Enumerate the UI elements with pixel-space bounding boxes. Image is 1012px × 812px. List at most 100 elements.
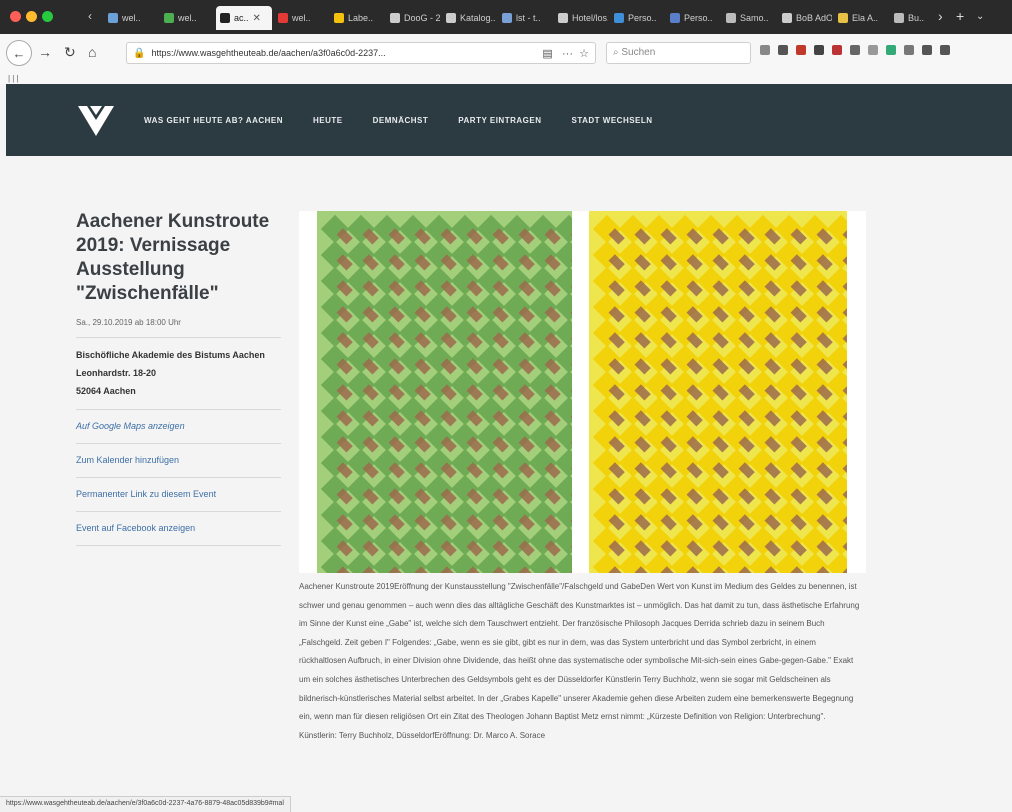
- zoom-window-button[interactable]: [42, 11, 53, 22]
- browser-tab[interactable]: wel..: [274, 6, 328, 30]
- banknote-pattern-yellow: [592, 214, 859, 583]
- tab-favicon-icon: [446, 13, 456, 23]
- tab-favicon-icon: [894, 13, 904, 23]
- page-actions-icon[interactable]: ···: [562, 48, 573, 60]
- bookmark-star-icon[interactable]: ☆: [579, 48, 589, 60]
- browser-tab[interactable]: Perso..: [610, 6, 664, 30]
- add-calendar-link[interactable]: Zum Kalender hinzufügen: [76, 444, 281, 477]
- back-icon[interactable]: ←: [6, 40, 32, 66]
- extension-green-icon[interactable]: [886, 45, 896, 55]
- browser-titlebar: ‹ wel.. wel.. ac.. ✕ wel.. Labe.. DooG - 2.. Ka…: [0, 0, 1012, 34]
- browser-tab[interactable]: DooG - 2..: [386, 6, 440, 30]
- pattern-diamond: [554, 552, 584, 582]
- tab-label: Bu..: [908, 13, 925, 23]
- browser-tab[interactable]: lst - t..: [498, 6, 552, 30]
- site-header: WAS GEHT HEUTE AB? AACHEN HEUTE DEMNÄCHS…: [6, 84, 1012, 156]
- close-tab-icon[interactable]: ✕: [253, 13, 261, 24]
- extension-box-icon[interactable]: [904, 45, 914, 55]
- tab-label: lst - t..: [516, 13, 541, 23]
- browser-tab[interactable]: Katalog..: [442, 6, 496, 30]
- search-input[interactable]: ⌕ Suchen: [606, 42, 751, 64]
- new-tab-icon[interactable]: +: [956, 8, 964, 24]
- minimize-window-button[interactable]: [26, 11, 37, 22]
- menu-icon[interactable]: [940, 45, 950, 55]
- home-icon[interactable]: ⌂: [88, 44, 96, 60]
- tab-favicon-icon: [278, 13, 288, 23]
- search-placeholder: Suchen: [621, 47, 656, 58]
- reload-icon[interactable]: ↻: [64, 44, 76, 61]
- venue-city: 52064 Aachen: [76, 386, 136, 396]
- tab-list-icon[interactable]: ⌄: [976, 11, 984, 22]
- venue-name: Bischöfliche Akademie des Bistums Aachen: [76, 350, 265, 360]
- tab-favicon-icon: [220, 13, 230, 23]
- browser-toolbar: ← → ↻ ⌂ 🔒 https://www.wasgehtheuteab.de/…: [0, 34, 1012, 75]
- extension-gear-icon[interactable]: [922, 45, 932, 55]
- library-icon[interactable]: [760, 45, 770, 55]
- browser-tab[interactable]: Ela A..: [834, 6, 888, 30]
- sidebar-icon[interactable]: [778, 45, 788, 55]
- tab-favicon-icon: [614, 13, 624, 23]
- logo-icon[interactable]: [78, 106, 114, 136]
- tab-favicon-icon: [782, 13, 792, 23]
- tab-label: BoB AdO..: [796, 13, 832, 23]
- search-icon: ⌕: [613, 47, 619, 58]
- extension-lastpass-icon[interactable]: [832, 45, 842, 55]
- forward-icon[interactable]: →: [38, 44, 52, 60]
- status-bar: https://www.wasgehtheuteab.de/aachen/e/3…: [0, 796, 291, 812]
- tab-favicon-icon: [838, 13, 848, 23]
- tab-label: DooG - 2..: [404, 13, 440, 23]
- main-nav: WAS GEHT HEUTE AB? AACHEN HEUTE DEMNÄCHS…: [144, 116, 653, 125]
- nav-add-party[interactable]: PARTY EINTRAGEN: [458, 116, 541, 125]
- facebook-event-link[interactable]: Event auf Facebook anzeigen: [76, 512, 281, 545]
- tab-label: wel..: [178, 13, 197, 23]
- tab-favicon-icon: [108, 13, 118, 23]
- browser-tab[interactable]: Bu..: [890, 6, 944, 30]
- extension-dark-icon[interactable]: [814, 45, 824, 55]
- extension-icons: [760, 45, 950, 55]
- tab-scroll-right-icon[interactable]: ›: [938, 8, 943, 24]
- browser-tab[interactable]: Labe..: [330, 6, 384, 30]
- browser-tab[interactable]: Hotel/los..: [554, 6, 608, 30]
- tab-favicon-icon: [334, 13, 344, 23]
- google-maps-link[interactable]: Auf Google Maps anzeigen: [76, 410, 281, 443]
- tab-favicon-icon: [390, 13, 400, 23]
- tab-label: Perso..: [684, 13, 713, 23]
- nav-upcoming[interactable]: DEMNÄCHST: [373, 116, 429, 125]
- browser-tab[interactable]: Perso..: [666, 6, 720, 30]
- nav-change-city[interactable]: STADT WECHSELN: [571, 116, 652, 125]
- nav-home[interactable]: WAS GEHT HEUTE AB? AACHEN: [144, 116, 283, 125]
- venue-address: Bischöfliche Akademie des Bistums Aachen…: [76, 338, 281, 409]
- pattern-diamond: [826, 552, 856, 582]
- close-window-button[interactable]: [10, 11, 21, 22]
- tab-label: Hotel/los..: [572, 13, 608, 23]
- url-text: https://www.wasgehtheuteab.de/aachen/a3f…: [151, 48, 386, 58]
- browser-tab[interactable]: Samo..: [722, 6, 776, 30]
- extension-gray-icon[interactable]: [850, 45, 860, 55]
- tab-label: Ela A..: [852, 13, 879, 23]
- tab-favicon-icon: [558, 13, 568, 23]
- tab-label: wel..: [292, 13, 311, 23]
- extension-light-icon[interactable]: [868, 45, 878, 55]
- url-actions: ▤ ··· ☆: [542, 47, 589, 60]
- tab-favicon-icon: [164, 13, 174, 23]
- browser-tab[interactable]: ac.. ✕: [216, 6, 272, 30]
- tab-strip: wel.. wel.. ac.. ✕ wel.. Labe.. DooG - 2.. Kata…: [104, 6, 944, 32]
- tab-favicon-icon: [670, 13, 680, 23]
- permalink-link[interactable]: Permanenter Link zu diesem Event: [76, 478, 281, 511]
- event-date: Sa., 29.10.2019 ab 18:00 Uhr: [76, 318, 181, 327]
- artwork-yellow-panel: [589, 211, 859, 583]
- tab-scroll-left-icon[interactable]: ‹: [88, 9, 92, 23]
- tab-label: Perso..: [628, 13, 657, 23]
- browser-tab[interactable]: wel..: [104, 6, 158, 30]
- tab-favicon-icon: [726, 13, 736, 23]
- browser-tab[interactable]: wel..: [160, 6, 214, 30]
- reader-icon[interactable]: ▤: [542, 48, 552, 60]
- url-bar[interactable]: 🔒 https://www.wasgehtheuteab.de/aachen/a…: [126, 42, 596, 64]
- lock-icon: 🔒: [133, 47, 146, 59]
- tab-label: Katalog..: [460, 13, 496, 23]
- tab-label: Labe..: [348, 13, 374, 23]
- browser-tab[interactable]: BoB AdO..: [778, 6, 832, 30]
- extension-red-icon[interactable]: [796, 45, 806, 55]
- nav-today[interactable]: HEUTE: [313, 116, 343, 125]
- event-title: Aachener Kunstroute 2019: Vernissage Aus…: [76, 211, 270, 304]
